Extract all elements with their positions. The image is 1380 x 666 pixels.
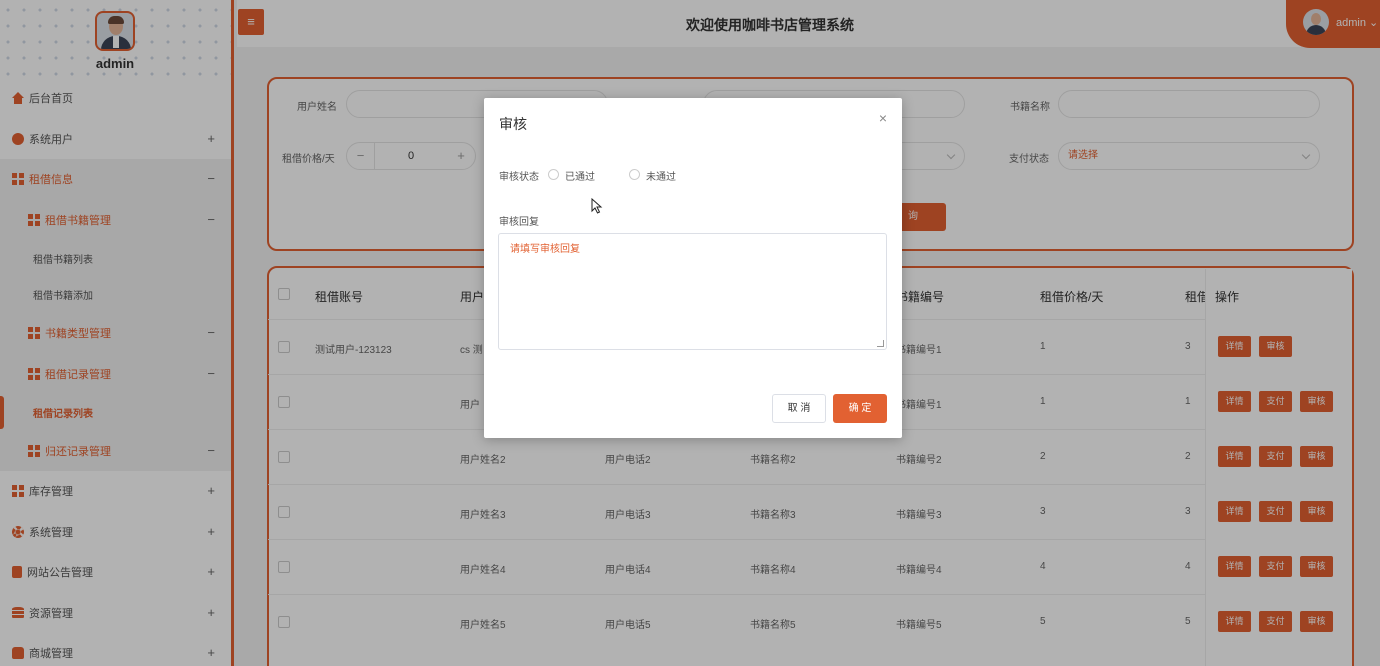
- close-icon[interactable]: ×: [879, 110, 887, 126]
- radio-approved[interactable]: [548, 169, 559, 180]
- radio-rejected[interactable]: [629, 169, 640, 180]
- radio-rejected-label[interactable]: 未通过: [646, 168, 676, 183]
- confirm-button[interactable]: 确 定: [833, 394, 887, 423]
- reply-textarea[interactable]: 请填写审核回复: [498, 233, 887, 350]
- cancel-button[interactable]: 取 消: [772, 394, 826, 423]
- review-dialog: 审核 × 审核状态 已通过 未通过 审核回复 请填写审核回复 取 消 确 定: [484, 98, 902, 438]
- status-label: 审核状态: [499, 172, 539, 183]
- dialog-title: 审核: [499, 116, 527, 132]
- radio-approved-label[interactable]: 已通过: [565, 168, 595, 183]
- reply-label: 审核回复: [499, 217, 539, 228]
- mouse-cursor-icon: [591, 197, 603, 217]
- resize-handle-icon[interactable]: [877, 340, 884, 347]
- reply-placeholder: 请填写审核回复: [510, 244, 580, 255]
